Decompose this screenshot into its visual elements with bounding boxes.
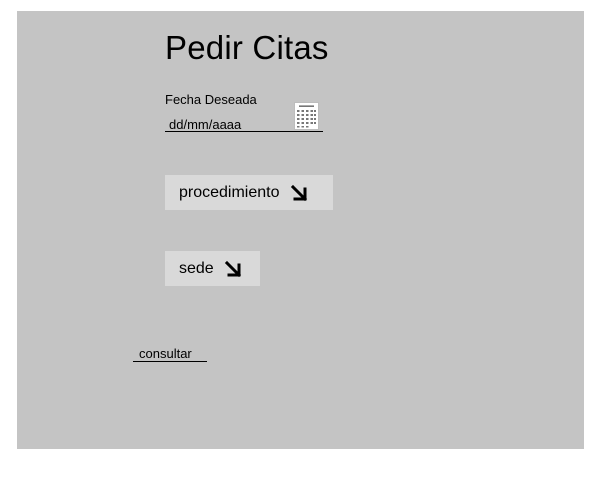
page-title: Pedir Citas <box>165 29 329 66</box>
date-label: Fecha Deseada <box>165 92 257 107</box>
calendar-icon[interactable] <box>294 102 319 130</box>
date-field[interactable]: dd/mm/aaaa <box>165 102 323 132</box>
appointment-panel <box>17 11 584 449</box>
site-dropdown-button[interactable]: sede <box>165 251 260 286</box>
arrow-down-right-icon <box>224 260 242 278</box>
procedure-label: procedimiento <box>179 183 280 201</box>
date-placeholder: dd/mm/aaaa <box>169 117 242 132</box>
consult-button[interactable]: consultar <box>133 346 207 362</box>
arrow-down-right-icon <box>290 184 308 202</box>
procedure-dropdown-button[interactable]: procedimiento <box>165 175 333 210</box>
site-label: sede <box>179 259 214 277</box>
